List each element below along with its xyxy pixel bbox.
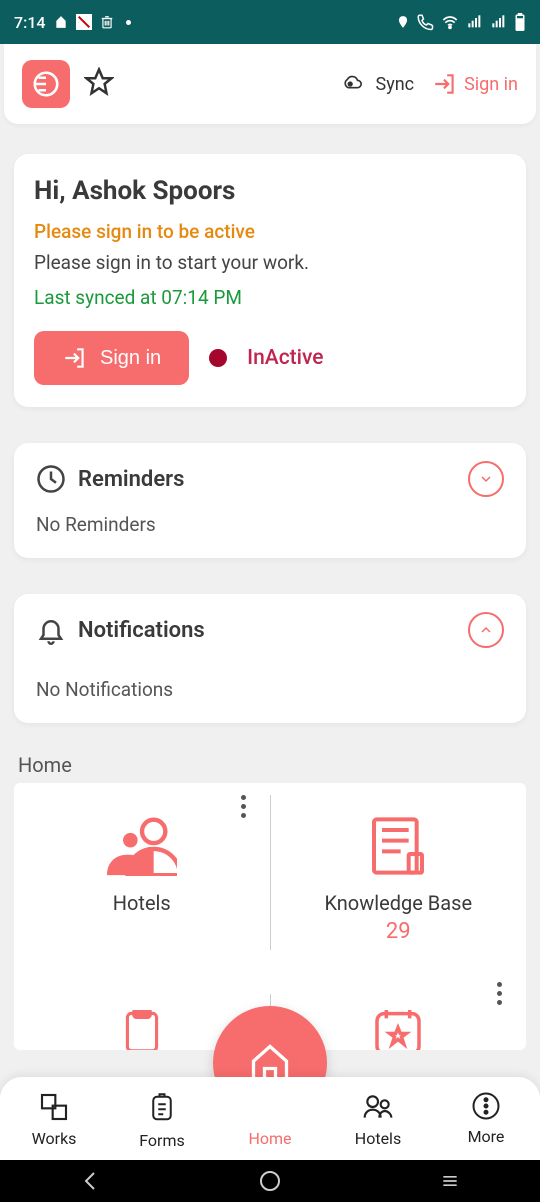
chevron-up-icon xyxy=(477,624,495,636)
clock-icon xyxy=(36,464,66,494)
works-icon xyxy=(37,1091,71,1123)
signin-icon xyxy=(62,345,88,371)
dot-icon xyxy=(126,20,131,25)
status-time: 7:14 xyxy=(14,13,46,32)
tile-hotels[interactable]: Hotels xyxy=(14,783,270,962)
nav-more[interactable]: More xyxy=(432,1091,540,1150)
nav-hotels[interactable]: Hotels xyxy=(324,1091,432,1150)
document-icon xyxy=(366,814,430,878)
collapse-notifications[interactable] xyxy=(468,612,504,648)
app-logo[interactable] xyxy=(22,60,70,108)
tile-count: 29 xyxy=(386,919,411,944)
signin-icon xyxy=(432,71,458,97)
signin-button-label: Sign in xyxy=(100,347,161,370)
notifications-card: Notifications No Notifications xyxy=(14,594,526,723)
nav-label: Forms xyxy=(139,1131,185,1150)
favorite-button[interactable] xyxy=(84,67,114,101)
nav-label: Hotels xyxy=(355,1129,401,1148)
nav-works[interactable]: Works xyxy=(0,1091,108,1150)
tile-menu-button[interactable] xyxy=(497,982,502,1005)
wifi-icon xyxy=(440,14,460,30)
nav-label: Home xyxy=(248,1129,291,1148)
sync-button[interactable]: Sync xyxy=(338,73,415,95)
android-status-bar: 7:14 xyxy=(0,0,540,44)
more-icon xyxy=(471,1091,501,1121)
forms-icon xyxy=(147,1091,177,1125)
home-section-label: Home xyxy=(18,753,522,777)
tile-menu-button[interactable] xyxy=(241,795,246,818)
nav-home[interactable]: Home xyxy=(216,1091,324,1150)
tile-label: Knowledge Base xyxy=(324,891,472,915)
active-prompt: Please sign in to be active xyxy=(34,220,506,243)
sync-label: Sync xyxy=(376,74,415,95)
bottom-nav: Works Forms Home Hotels More xyxy=(0,1077,540,1160)
calendar-star-icon xyxy=(370,1010,426,1050)
people-icon xyxy=(107,816,177,876)
status-indicator xyxy=(209,349,227,367)
reminders-body: No Reminders xyxy=(14,507,526,558)
work-prompt: Please sign in to start your work. xyxy=(34,251,506,274)
signin-label: Sign in xyxy=(464,74,518,95)
reminders-title: Reminders xyxy=(78,467,184,492)
cloud-sync-icon xyxy=(338,73,366,95)
nav-label: Works xyxy=(32,1129,77,1148)
delete-icon xyxy=(100,14,114,30)
reminders-card: Reminders No Reminders xyxy=(14,443,526,558)
android-nav-bar xyxy=(0,1160,540,1202)
signal-icon xyxy=(466,14,484,30)
activity-status: InActive xyxy=(247,346,323,370)
home-button[interactable] xyxy=(258,1169,282,1193)
notifications-body: No Notifications xyxy=(14,658,526,723)
reminders-header[interactable]: Reminders xyxy=(14,443,526,507)
last-synced: Last synced at 07:14 PM xyxy=(34,286,506,309)
recent-button[interactable] xyxy=(438,1171,462,1191)
expand-reminders[interactable] xyxy=(468,461,504,497)
signin-link[interactable]: Sign in xyxy=(432,71,518,97)
nav-label: More xyxy=(468,1127,505,1146)
notifications-title: Notifications xyxy=(78,618,205,643)
signal-icon-2 xyxy=(490,14,508,30)
nav-forms[interactable]: Forms xyxy=(108,1091,216,1150)
tile-label: Hotels xyxy=(113,891,171,915)
signin-button[interactable]: Sign in xyxy=(34,331,189,385)
notif-icon-2 xyxy=(76,14,92,30)
bell-icon xyxy=(36,615,66,645)
location-icon xyxy=(396,13,410,31)
notif-icon xyxy=(54,15,68,29)
tile-knowledge-base[interactable]: Knowledge Base 29 xyxy=(271,783,527,962)
notifications-header[interactable]: Notifications xyxy=(14,594,526,658)
phone-icon xyxy=(416,13,434,31)
chevron-down-icon xyxy=(477,473,495,485)
greeting-card: Hi, Ashok Spoors Please sign in to be ac… xyxy=(14,154,526,407)
clipboard-icon xyxy=(117,1010,167,1050)
app-header: Sync Sign in xyxy=(4,44,536,124)
battery-icon xyxy=(514,13,526,31)
hotels-icon xyxy=(360,1091,396,1123)
back-button[interactable] xyxy=(78,1169,102,1193)
greeting-text: Hi, Ashok Spoors xyxy=(34,176,506,206)
